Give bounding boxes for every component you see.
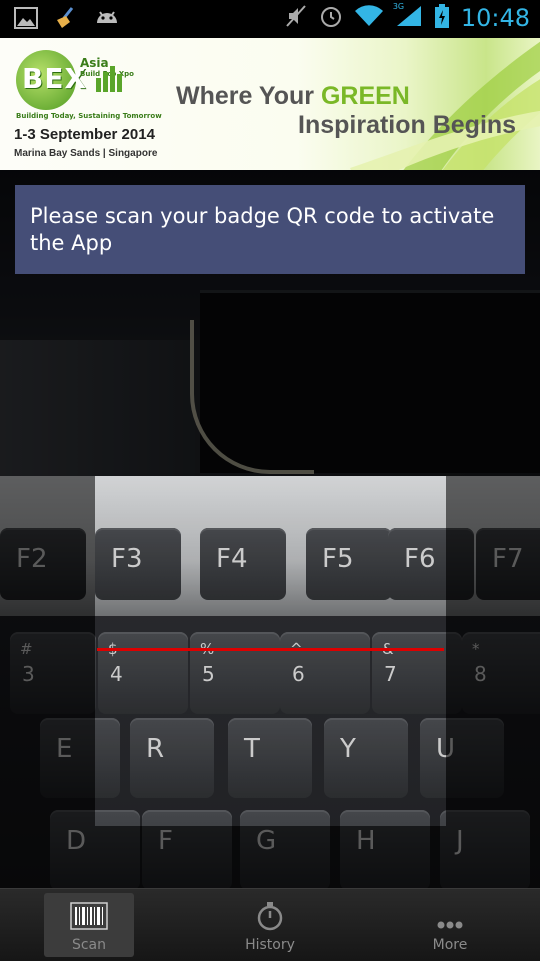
network-type-label: 3G — [392, 2, 405, 11]
scan-instruction-toast: Please scan your badge QR code to activa… — [15, 185, 525, 274]
more-dots-icon — [437, 921, 463, 929]
nav-tab-more[interactable]: More — [405, 893, 495, 957]
nav-more-label: More — [432, 937, 468, 953]
system-icons: 3G 10:48 — [285, 2, 530, 32]
scan-mask-bottom — [0, 826, 540, 888]
status-clock: 10:48 — [460, 4, 530, 32]
barcode-icon — [70, 902, 108, 930]
battery-icon — [434, 4, 449, 32]
status-bar: 3G 10:48 — [0, 0, 540, 38]
tagline-line2: Inspiration Begins — [298, 111, 517, 139]
alarm-icon — [319, 4, 343, 32]
notification-icons — [14, 6, 120, 34]
nav-tab-history[interactable]: History — [225, 893, 315, 957]
logo-building-bars — [96, 66, 122, 92]
event-date: 1-3 September 2014 — [14, 126, 155, 143]
event-banner: BEX Asia Build Eco Xpo Building Today, S… — [0, 38, 540, 170]
stopwatch-icon — [257, 902, 283, 931]
signal-icon: 3G — [392, 2, 423, 32]
logo-tagline: Building Today, Sustaining Tomorrow — [16, 112, 162, 120]
cleaner-broom-icon — [54, 6, 78, 34]
camera-viewfinder[interactable]: F2F3F4F5F6F7#3$4%5^6&7*8ERTYUDFGHJ — [0, 170, 540, 888]
scan-frame — [95, 476, 446, 826]
scan-laser-line — [97, 648, 444, 651]
android-debug-icon — [94, 7, 120, 33]
bottom-navigation: Scan History More — [0, 888, 540, 961]
nav-history-label: History — [245, 937, 295, 953]
nav-scan-label: Scan — [71, 937, 107, 953]
wifi-icon — [354, 5, 383, 31]
mute-icon — [285, 4, 307, 32]
gallery-icon — [14, 7, 38, 33]
tagline-part1: Where Your — [176, 82, 321, 110]
banner-tagline: Where Your GREEN Inspiration Begins — [176, 82, 516, 140]
tagline-highlight: GREEN — [320, 82, 410, 110]
scan-mask-left — [0, 476, 95, 826]
logo-text: BEX — [22, 62, 88, 95]
scan-mask-right — [446, 476, 540, 826]
nav-tab-scan[interactable]: Scan — [44, 893, 134, 957]
event-venue: Marina Bay Sands | Singapore — [14, 148, 158, 159]
